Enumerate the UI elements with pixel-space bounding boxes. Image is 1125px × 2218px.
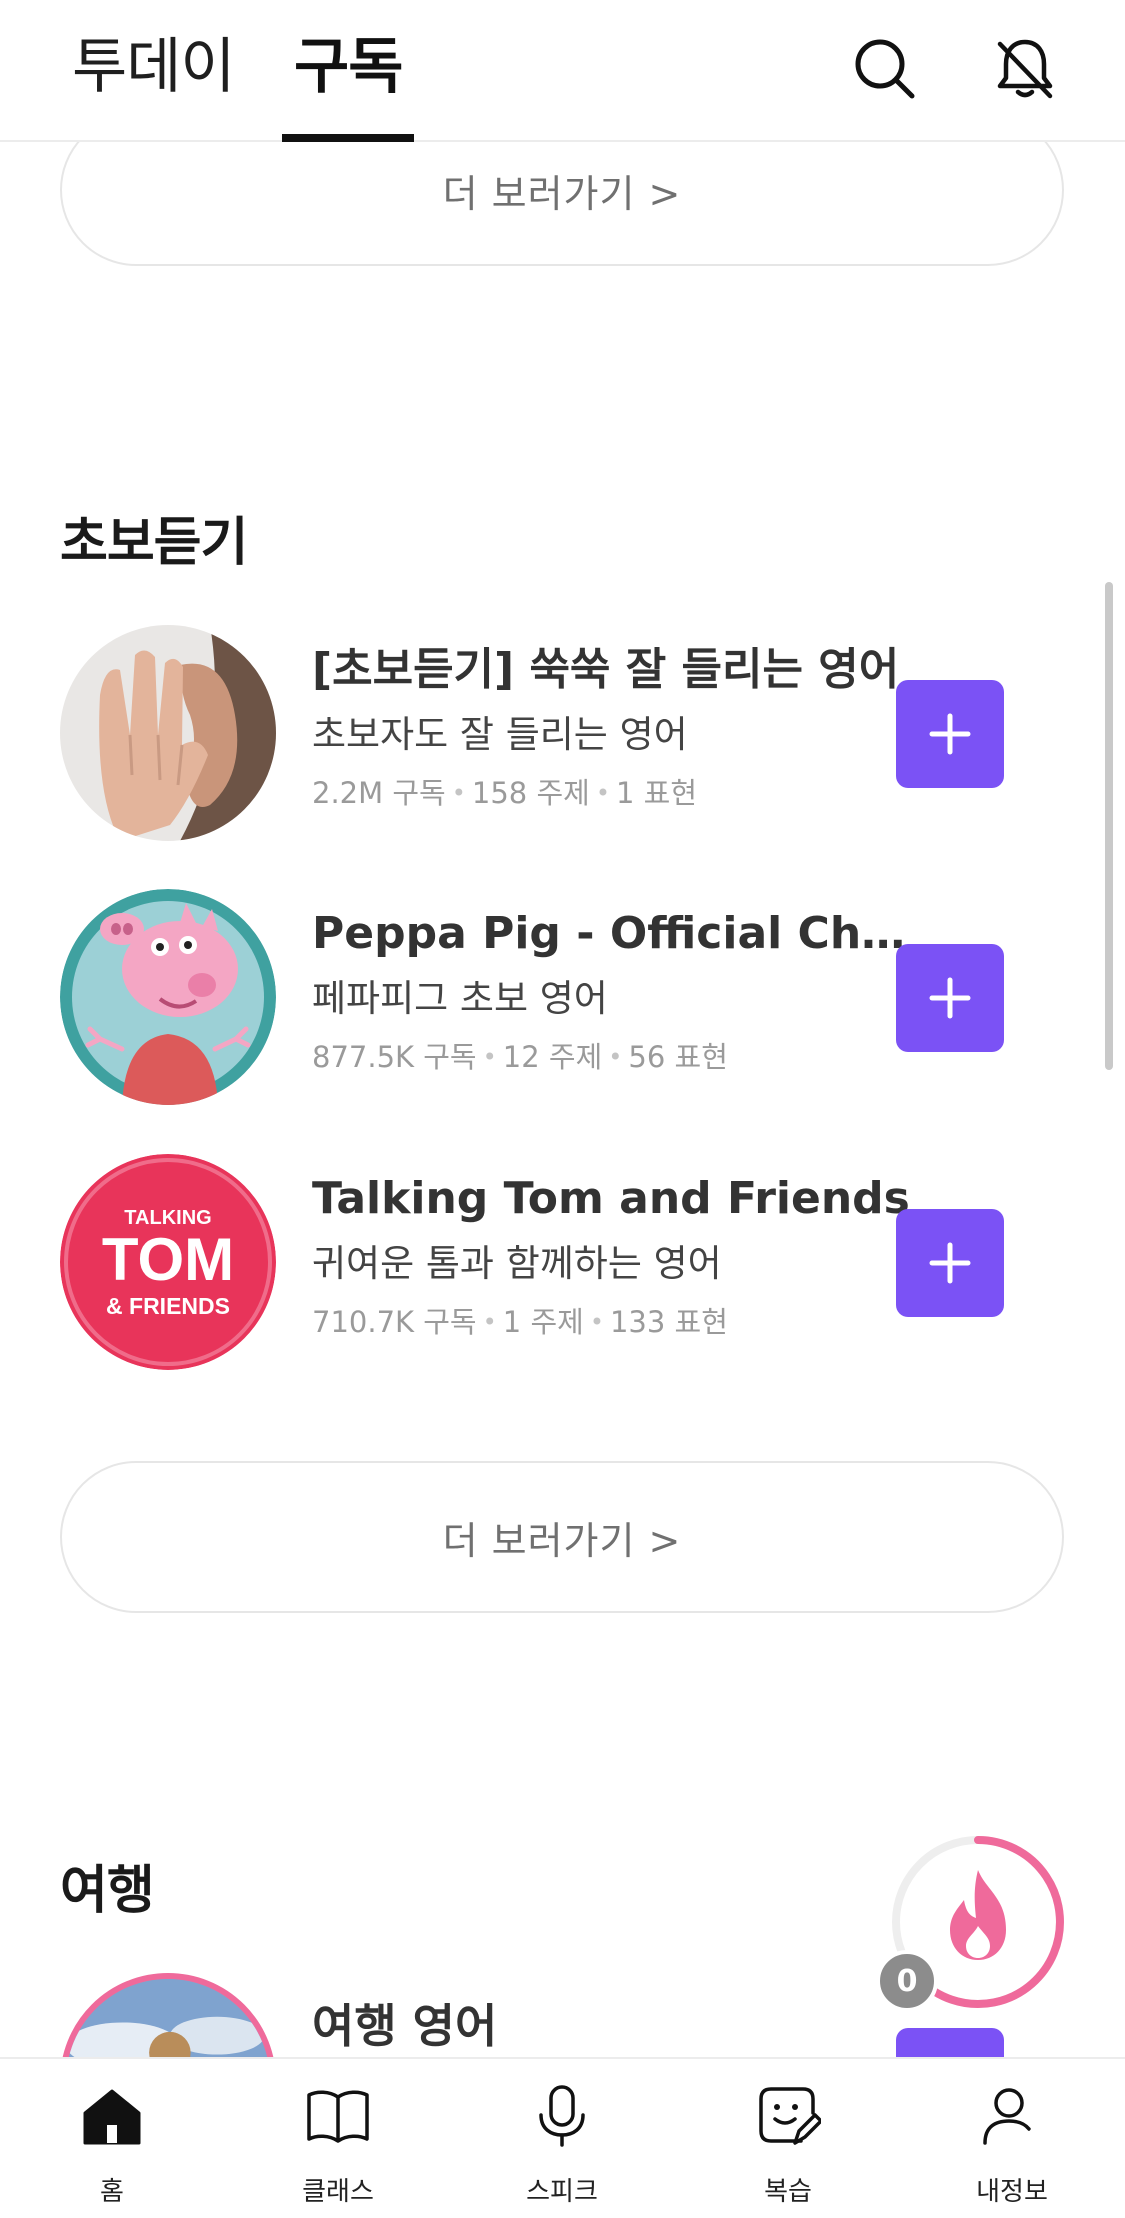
book-icon — [307, 2090, 369, 2143]
subscribe-button[interactable] — [896, 680, 1004, 788]
search-button[interactable] — [850, 34, 920, 104]
logo-friends: & FRIENDS — [106, 1293, 230, 1319]
nav-class[interactable]: 클래스 — [238, 2059, 438, 2218]
plus-icon — [929, 977, 971, 1019]
topic-count: 158 주제 — [471, 776, 590, 810]
section-title: 초보듣기 — [60, 513, 248, 573]
nav-my-info[interactable]: 내정보 — [912, 2059, 1112, 2218]
channel-title: Peppa Pig - Official Channel — [312, 908, 912, 959]
channel-item[interactable]: [초보듣기] 쑥쑥 잘 들리는 영어 초보자도 잘 들리는 영어 2.2M 구독… — [60, 625, 1060, 845]
bottom-nav: 홈 클래스 스피크 복습 내정보 — [0, 2057, 1125, 2218]
nav-home[interactable]: 홈 — [12, 2059, 212, 2218]
top-header: 투데이 구독 — [0, 0, 1125, 142]
us-flag-icon — [1028, 2123, 1058, 2153]
nav-label: 스피크 — [526, 2177, 598, 2207]
channel-subtitle: 페파피그 초보 영어 — [312, 977, 608, 1020]
plus-icon — [929, 1242, 971, 1284]
review-icon — [759, 2087, 821, 2145]
plus-icon — [929, 713, 971, 755]
channel-title: Talking Tom and Friends — [312, 1173, 910, 1224]
tab-today[interactable]: 투데이 — [72, 30, 236, 104]
nav-speak[interactable]: 스피크 — [462, 2059, 662, 2218]
subscribe-button[interactable] — [896, 1209, 1004, 1317]
channel-avatar — [60, 889, 276, 1105]
subscriber-count: 2.2M 구독 — [312, 776, 446, 810]
channel-meta: 710.7K 구독 • 1 주제 • 133 표현 — [312, 1305, 728, 1339]
channel-meta: 877.5K 구독 • 12 주제 • 56 표현 — [312, 1040, 728, 1074]
section-title: 여행 — [60, 1861, 155, 1921]
expression-count: 133 표현 — [609, 1305, 728, 1339]
home-icon — [83, 2089, 141, 2145]
expression-count: 1 표현 — [615, 776, 698, 810]
subscribe-button[interactable] — [896, 944, 1004, 1052]
notifications-button[interactable] — [990, 34, 1060, 104]
nav-label: 클래스 — [302, 2177, 374, 2207]
search-icon — [855, 39, 915, 99]
channel-meta: 2.2M 구독 • 158 주제 • 1 표현 — [312, 776, 698, 810]
topic-count: 1 주제 — [502, 1305, 584, 1339]
channel-avatar: TALKING TOM & FRIENDS — [60, 1154, 276, 1370]
channel-title[interactable]: 여행 영어 — [312, 1990, 497, 2056]
channel-subtitle: 초보자도 잘 들리는 영어 — [312, 713, 688, 756]
nav-label: 홈 — [100, 2177, 124, 2207]
channel-avatar — [60, 625, 276, 841]
scrollbar[interactable] — [1105, 582, 1113, 1070]
active-tab-indicator — [282, 134, 414, 142]
topic-count: 12 주제 — [502, 1040, 603, 1074]
logo-tom: TOM — [102, 1226, 234, 1293]
channel-item[interactable]: TALKING TOM & FRIENDS Talking Tom and Fr… — [60, 1154, 1060, 1374]
channel-subtitle: 귀여운 톰과 함께하는 영어 — [312, 1242, 722, 1285]
streak-count-badge: 0 — [876, 1950, 938, 2012]
more-button[interactable]: 더 보러가기 > — [60, 1461, 1064, 1613]
channel-item[interactable]: Peppa Pig - Official Channel 페파피그 초보 영어 … — [60, 889, 1060, 1109]
channel-title: [초보듣기] 쑥쑥 잘 들리는 영어 — [312, 644, 900, 695]
bell-off-icon — [997, 39, 1053, 99]
nav-label: 내정보 — [976, 2177, 1048, 2207]
subscriber-count: 877.5K 구독 — [312, 1040, 477, 1074]
tab-subscriptions[interactable]: 구독 — [294, 30, 403, 104]
nav-label: 복습 — [764, 2177, 812, 2207]
mic-icon — [539, 2085, 585, 2147]
expression-count: 56 표현 — [628, 1040, 728, 1074]
nav-review[interactable]: 복습 — [688, 2059, 888, 2218]
subscriber-count: 710.7K 구독 — [312, 1305, 477, 1339]
